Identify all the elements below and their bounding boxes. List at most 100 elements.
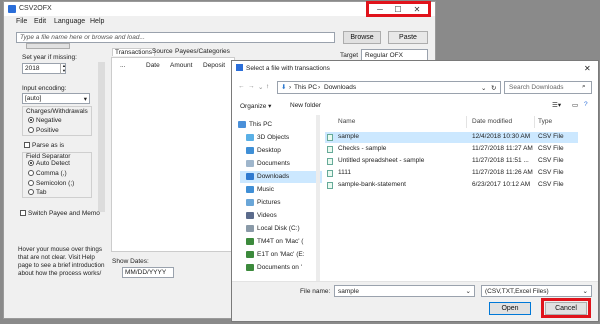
file-type-select[interactable]: (CSV,TXT,Excel Files) ⌄ (481, 285, 592, 297)
field-separator-group: Field Separator Auto Detect Comma (,) Se… (22, 152, 92, 198)
up-arrow-icon[interactable]: ↑ (266, 83, 269, 90)
nav-label: E1T on 'Mac' (E: (257, 251, 305, 258)
file-dialog: Select a file with transactions ✕ ← → ⌄ … (231, 60, 599, 322)
forward-arrow-icon[interactable]: → (248, 83, 255, 90)
search-icon: ⌕ (582, 83, 586, 90)
checkbox-indicator (24, 142, 30, 149)
search-placeholder: Search Downloads (509, 84, 564, 91)
open-button[interactable]: Open (489, 302, 531, 315)
year-spinner[interactable]: ▲ ▼ (60, 63, 67, 74)
nav-this-pc[interactable]: This PC (238, 119, 320, 131)
header-divider (534, 116, 535, 128)
back-arrow-icon[interactable]: ← (238, 83, 245, 90)
dialog-app-icon (236, 64, 243, 71)
file-path-input[interactable]: Type a file name here or browse and load… (16, 32, 335, 43)
show-dates-select[interactable]: MM/DD/YYYY (122, 267, 174, 278)
file-row[interactable]: 1111 11/27/2018 11:26 AM CSV File (325, 168, 578, 179)
file-row[interactable]: sample-bank-statement 6/23/2017 10:12 AM C… (325, 180, 578, 191)
file-row[interactable]: sample 12/4/2018 10:30 AM CSV File (325, 132, 578, 143)
parse-as-is-checkbox[interactable]: Parse as is (24, 142, 64, 149)
file-row[interactable]: Untitled spreadsheet - sample 11/27/2018 … (325, 156, 578, 167)
radio-negative[interactable]: Negative (28, 117, 62, 124)
picture-icon (246, 198, 254, 206)
radio-semicolon[interactable]: Semicolon (;) (28, 180, 74, 187)
column-amount[interactable]: Amount (170, 62, 192, 69)
nav-label: This PC (249, 121, 273, 128)
refresh-icon[interactable]: ↻ (491, 84, 496, 92)
header-date-modified[interactable]: Date modified (472, 118, 512, 125)
column-header[interactable]: ... (120, 62, 125, 69)
header-type[interactable]: Type (538, 118, 552, 125)
input-encoding-label: Input encoding: (22, 85, 67, 92)
maximize-button[interactable]: ☐ (389, 4, 407, 15)
tab-source[interactable]: Source (152, 48, 173, 55)
column-deposit[interactable]: Deposit (203, 62, 225, 69)
radio-comma[interactable]: Comma (,) (28, 170, 67, 177)
radio-semicolon-label: Semicolon (;) (36, 180, 75, 187)
file-name-input[interactable]: sample ⌄ (334, 285, 475, 297)
file-row[interactable]: Checks - sample 11/27/2018 11:27 AM CSV Fi… (325, 144, 578, 155)
new-folder-button[interactable]: New folder (290, 102, 321, 109)
tab-payees-categories[interactable]: Payees/Categories (175, 48, 230, 55)
nav-scrollbar[interactable] (316, 115, 320, 281)
radio-positive[interactable]: Positive (28, 127, 59, 134)
cancel-button[interactable]: Cancel (545, 302, 587, 315)
file-date: 11/27/2018 11:27 AM (472, 145, 533, 152)
close-button[interactable]: ✕ (408, 4, 426, 15)
desktop-icon (246, 146, 254, 154)
file-name: 1111 (338, 169, 352, 176)
paste-button[interactable]: Paste (388, 31, 428, 44)
encoding-select[interactable]: [auto] ▾ (22, 93, 90, 104)
document-icon (246, 159, 254, 167)
switch-payee-memo-checkbox[interactable]: Switch Payee and Memo (20, 210, 100, 217)
browse-button[interactable]: Browse (343, 31, 381, 44)
address-dropdown-icon[interactable]: ⌄ (481, 84, 486, 92)
tab-transactions[interactable]: Transactions (112, 48, 155, 56)
switch-payee-memo-label: Switch Payee and Memo (28, 210, 100, 217)
network-drive-icon (246, 237, 254, 245)
nav-label: Documents (257, 160, 290, 167)
navigation-pane: This PC 3D Objects Desktop Documents Dow… (232, 115, 322, 281)
file-type: CSV File (538, 133, 564, 140)
breadcrumb-separator: › (289, 84, 292, 91)
radio-indicator (28, 170, 34, 177)
preview-pane-icon[interactable]: ▭ (572, 101, 578, 109)
nav-label: Videos (257, 212, 277, 219)
download-icon (246, 172, 254, 180)
column-date[interactable]: Date (146, 62, 160, 69)
menu-bar: File Edit Language Help (4, 17, 435, 29)
file-name: Checks - sample (338, 145, 387, 152)
menu-file[interactable]: File (16, 18, 27, 25)
address-bar[interactable]: ⬇ › This PC › Downloads ⌄ ↻ (277, 81, 501, 94)
file-name: sample (338, 133, 359, 140)
dialog-close-button[interactable]: ✕ (584, 64, 591, 73)
csv-file-icon (327, 146, 333, 153)
menu-language[interactable]: Language (54, 18, 85, 25)
help-line: Hover your mouse over things (18, 246, 102, 253)
breadcrumb-this-pc[interactable]: This PC (294, 84, 317, 91)
header-divider (466, 116, 467, 128)
recent-chevron-icon[interactable]: ⌄ (258, 83, 263, 91)
nav-downloads[interactable]: Downloads (240, 171, 322, 183)
sidebar-scrollbar[interactable] (98, 62, 105, 212)
disk-icon (246, 224, 254, 232)
target-label: Target (340, 52, 359, 59)
header-name[interactable]: Name (338, 118, 355, 125)
search-input[interactable]: Search Downloads ⌕ (504, 81, 592, 94)
breadcrumb-downloads[interactable]: Downloads (324, 84, 356, 91)
view-options-icon[interactable]: ☰▾ (552, 101, 561, 109)
file-date: 12/4/2018 10:30 AM (472, 133, 531, 140)
minimize-button[interactable]: ─ (371, 4, 389, 15)
network-drive-icon (246, 250, 254, 258)
menu-edit[interactable]: Edit (34, 18, 46, 25)
sidebar-top-button[interactable] (26, 43, 70, 49)
set-year-label: Set year if missing: (22, 54, 77, 61)
help-icon[interactable]: ? (584, 101, 588, 108)
music-icon (246, 185, 254, 193)
radio-auto-detect[interactable]: Auto Detect (28, 160, 70, 167)
radio-tab[interactable]: Tab (28, 189, 46, 196)
radio-indicator (28, 189, 34, 196)
file-date: 11/27/2018 11:51 ... (472, 157, 529, 164)
organize-button[interactable]: Organize ▾ (240, 102, 271, 110)
menu-help[interactable]: Help (90, 18, 104, 25)
